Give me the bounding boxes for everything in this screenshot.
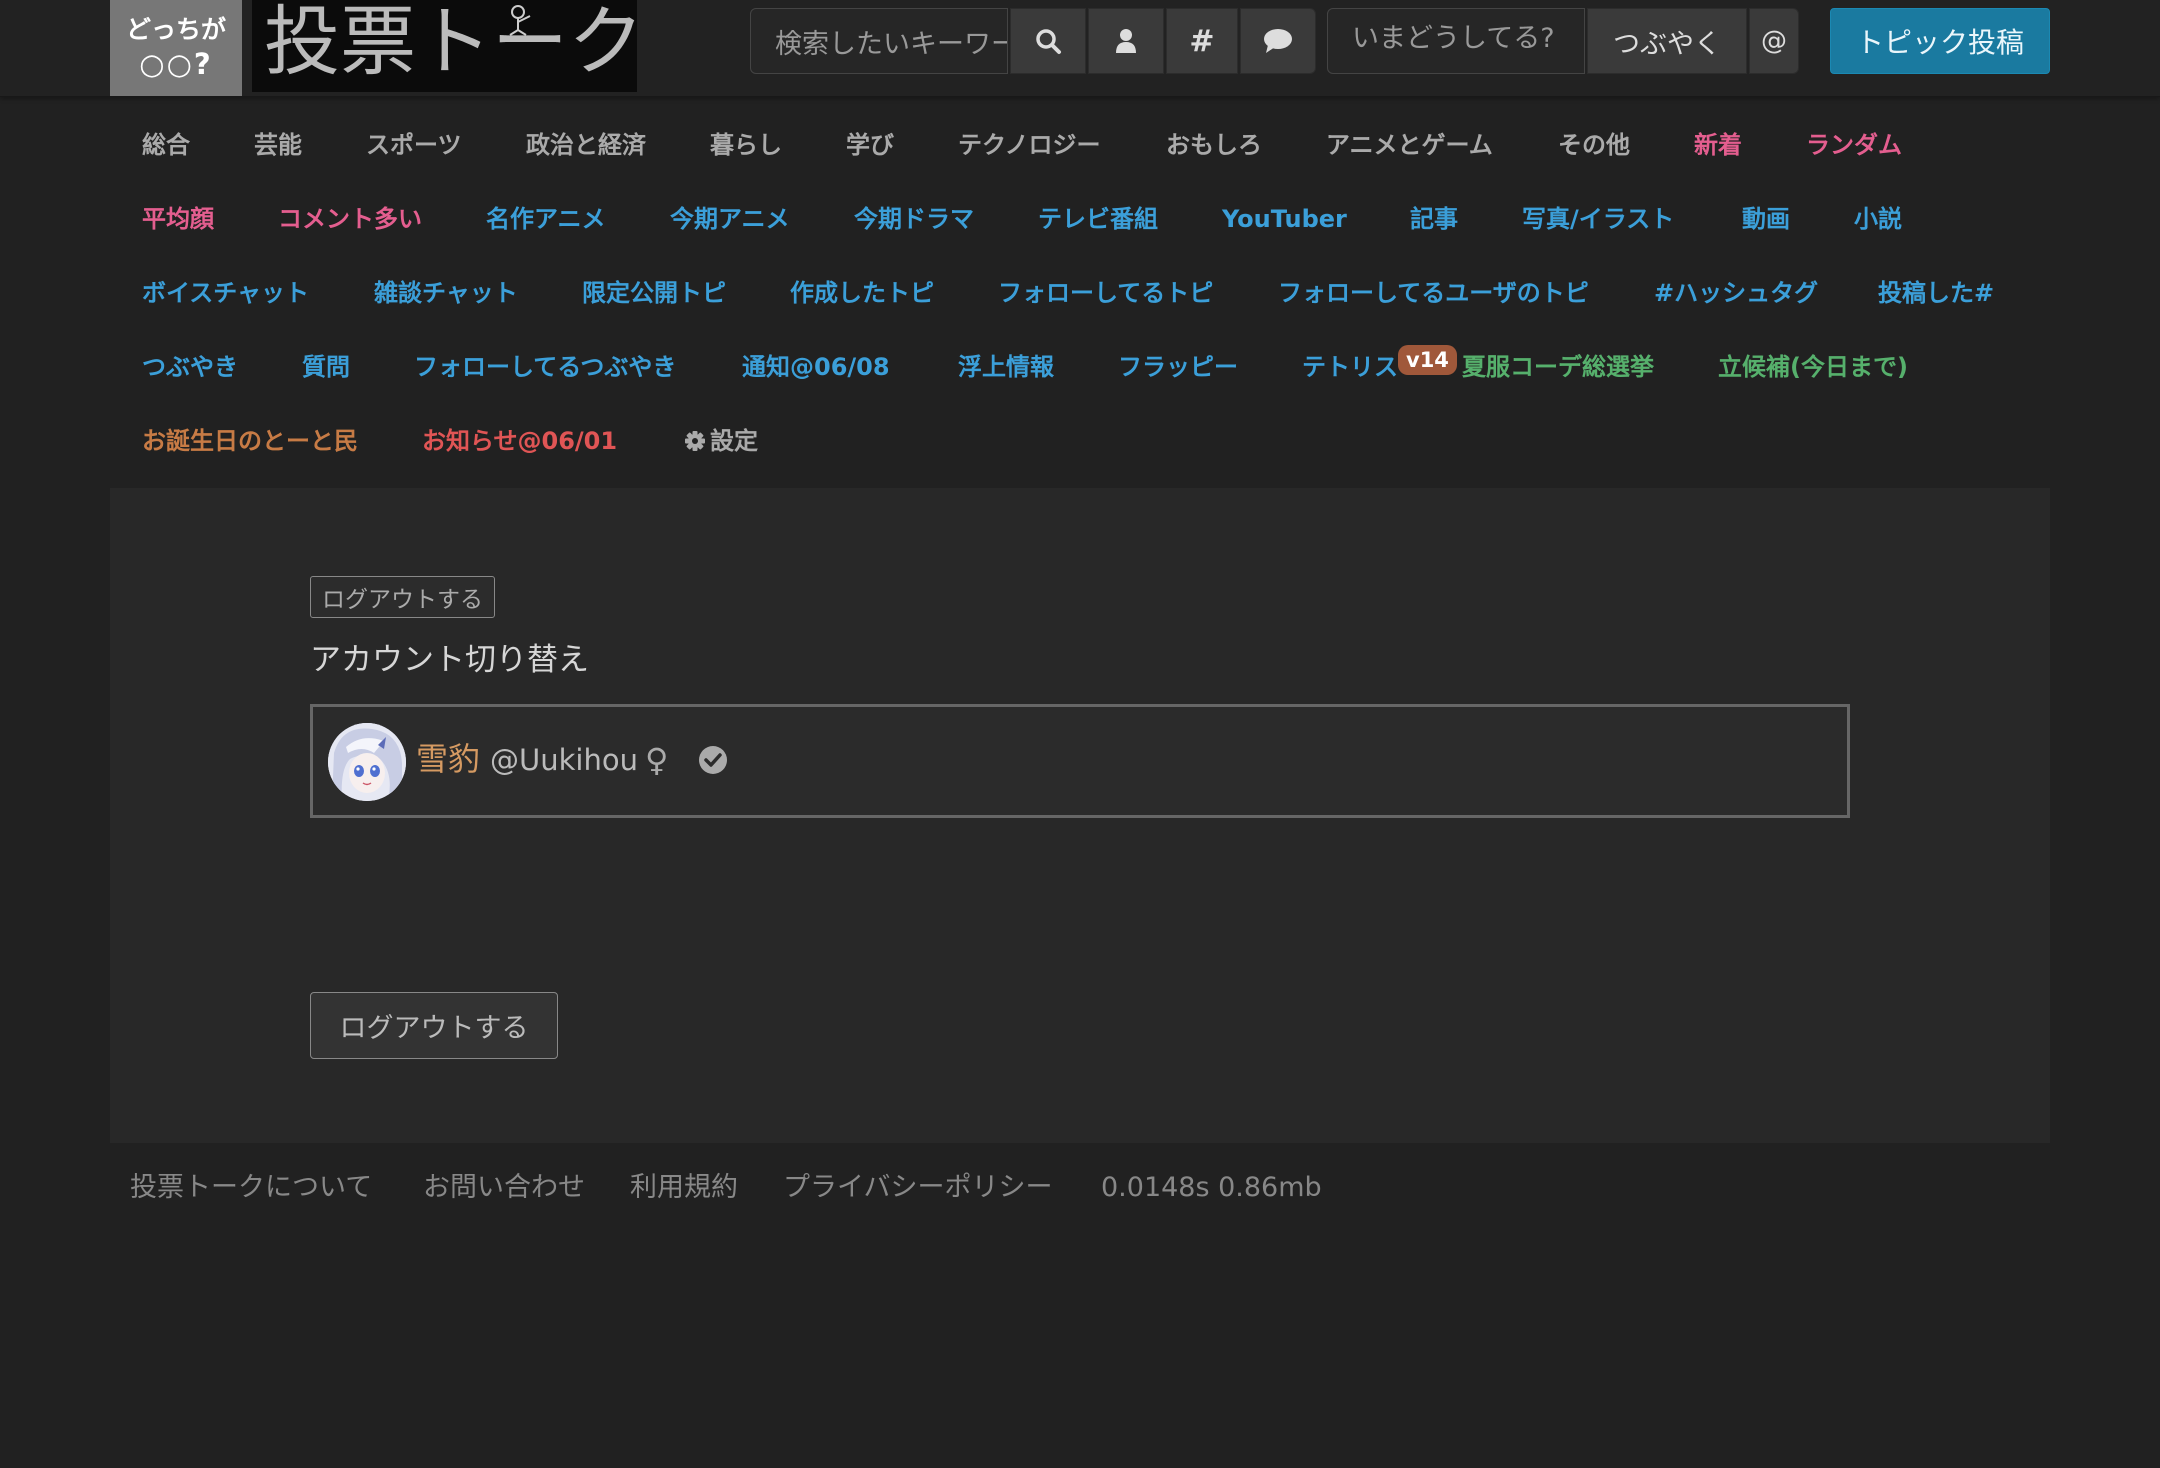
nav-birthdays[interactable]: お誕生日のとーと民 xyxy=(142,426,358,456)
nav-classic-anime[interactable]: 名作アニメ xyxy=(486,204,606,234)
avatar-image xyxy=(328,723,406,801)
footer-render-stats: 0.0148s 0.86mb xyxy=(1101,1172,1322,1203)
nav-politics-economy[interactable]: 政治と経済 xyxy=(526,130,646,160)
nav-random[interactable]: ランダム xyxy=(1806,130,1902,160)
nav-tv-shows[interactable]: テレビ番組 xyxy=(1038,204,1158,234)
post-topic-button[interactable]: トピック投稿 xyxy=(1830,8,2050,74)
logo-line1: どっちが xyxy=(125,15,226,45)
search-icon xyxy=(1036,29,1061,54)
nav-private-topics[interactable]: 限定公開トピ xyxy=(582,278,726,308)
nav-learning[interactable]: 学び xyxy=(846,130,894,160)
nav-hashtags[interactable]: #ハッシュタグ xyxy=(1654,278,1818,308)
logout-button[interactable]: ログアウトする xyxy=(310,992,558,1059)
search-placeholder: 検索したいキーワード xyxy=(775,28,1007,60)
nav-followed-topics[interactable]: フォローしてるトピ xyxy=(998,278,1213,308)
nav-lifestyle[interactable]: 暮らし xyxy=(710,130,782,160)
verified-check-icon xyxy=(699,746,727,774)
footer-terms-link[interactable]: 利用規約 xyxy=(630,1170,738,1206)
nav-articles[interactable]: 記事 xyxy=(1410,204,1458,234)
account-switch-title: アカウント切り替え xyxy=(310,642,589,678)
nav-photos-illust[interactable]: 写真/イラスト xyxy=(1522,204,1674,234)
nav-chat[interactable]: 雑談チャット xyxy=(374,278,518,308)
nav-novels[interactable]: 小説 xyxy=(1854,204,1902,234)
mention-button-label: @ xyxy=(1761,26,1787,56)
nav-flappy[interactable]: フラッピー xyxy=(1118,352,1238,382)
nav-candidacy[interactable]: 立候補(今日まで) xyxy=(1718,352,1908,382)
hashtag-icon: # xyxy=(1189,23,1215,59)
top-header: どっちが ○○? 投票トーク 検索したいキーワード # xyxy=(0,0,2160,97)
user-search-button[interactable] xyxy=(1088,8,1164,74)
nav-followed-users-topics[interactable]: フォローしてるユーザのトピ xyxy=(1278,278,1589,308)
tweet-button-label: つぶやく xyxy=(1613,28,1721,60)
logout-link-top[interactable]: ログアウトする xyxy=(310,576,495,618)
tweet-button[interactable]: つぶやく xyxy=(1587,8,1747,74)
nav-entertainment[interactable]: 芸能 xyxy=(254,130,302,160)
nav-online-status[interactable]: 浮上情報 xyxy=(958,352,1054,382)
account-handle: @Uukihou xyxy=(490,743,638,777)
site-title: 投票トーク xyxy=(264,0,637,86)
search-button[interactable] xyxy=(1010,8,1086,74)
nav-tetris[interactable]: テトリス xyxy=(1302,352,1398,382)
tweet-placeholder: いまどうしてる? xyxy=(1352,23,1555,54)
nav-summer-outfit-election[interactable]: 夏服コーデ総選挙 xyxy=(1462,352,1654,382)
nav-new[interactable]: 新着 xyxy=(1694,130,1742,160)
nav-announcements[interactable]: お知らせ@06/01 xyxy=(422,426,617,456)
site-title-logo[interactable]: 投票トーク xyxy=(252,0,637,92)
nav-other[interactable]: その他 xyxy=(1558,130,1630,160)
mention-button[interactable]: @ xyxy=(1749,8,1799,74)
footer-about-link[interactable]: 投票トークについて xyxy=(130,1170,372,1206)
search-input[interactable]: 検索したいキーワード xyxy=(750,8,1008,74)
footer-privacy-link[interactable]: プライバシーポリシー xyxy=(783,1170,1052,1206)
nav-videos[interactable]: 動画 xyxy=(1742,204,1790,234)
nav-questions[interactable]: 質問 xyxy=(302,352,350,382)
chat-button[interactable] xyxy=(1240,8,1316,74)
nav-settings[interactable]: 設定 xyxy=(684,426,758,456)
mascot-icon xyxy=(509,5,531,36)
nav-settings-label: 設定 xyxy=(710,427,758,455)
hashtag-button[interactable]: # xyxy=(1166,8,1238,74)
nav-season-drama[interactable]: 今期ドラマ xyxy=(854,204,974,234)
speech-bubble-icon xyxy=(1264,29,1292,53)
post-topic-label: トピック投稿 xyxy=(1855,26,2024,59)
nav-posted-hashtags[interactable]: 投稿した# xyxy=(1878,278,1994,308)
nav-created-topics[interactable]: 作成したトピ xyxy=(790,278,934,308)
avatar[interactable] xyxy=(328,723,406,801)
nav-funny[interactable]: おもしろ xyxy=(1166,130,1262,160)
account-display-name: 雪豹 xyxy=(416,740,481,778)
nav-technology[interactable]: テクノロジー xyxy=(958,130,1101,160)
tweet-input[interactable]: いまどうしてる? xyxy=(1327,8,1585,74)
nav-average-face[interactable]: 平均顔 xyxy=(142,204,214,234)
nav-notifications[interactable]: 通知@06/08 xyxy=(742,352,890,382)
nav-general[interactable]: 総合 xyxy=(142,130,190,160)
logout-button-label: ログアウトする xyxy=(339,1013,529,1044)
footer-contact-link[interactable]: お問い合わせ xyxy=(423,1170,585,1206)
nav-anime-games[interactable]: アニメとゲーム xyxy=(1326,130,1493,160)
nav-voice-chat[interactable]: ボイスチャット xyxy=(142,278,309,308)
user-icon xyxy=(1116,29,1136,53)
nav-most-comments[interactable]: コメント多い xyxy=(278,204,422,234)
gear-icon xyxy=(685,431,705,451)
logo-line2: ○○? xyxy=(139,46,213,81)
nav-sports[interactable]: スポーツ xyxy=(366,130,462,160)
nav-tweets[interactable]: つぶやき xyxy=(142,352,238,382)
tetris-version-badge: v14 xyxy=(1398,345,1457,375)
nav-followed-tweets[interactable]: フォローしてるつぶやき xyxy=(414,352,676,382)
site-logo-badge[interactable]: どっちが ○○? xyxy=(110,0,242,96)
nav-season-anime[interactable]: 今期アニメ xyxy=(670,204,790,234)
logout-link-top-label: ログアウトする xyxy=(322,587,483,613)
female-icon: ♀ xyxy=(645,741,669,779)
nav-youtuber[interactable]: YouTuber xyxy=(1222,204,1347,234)
